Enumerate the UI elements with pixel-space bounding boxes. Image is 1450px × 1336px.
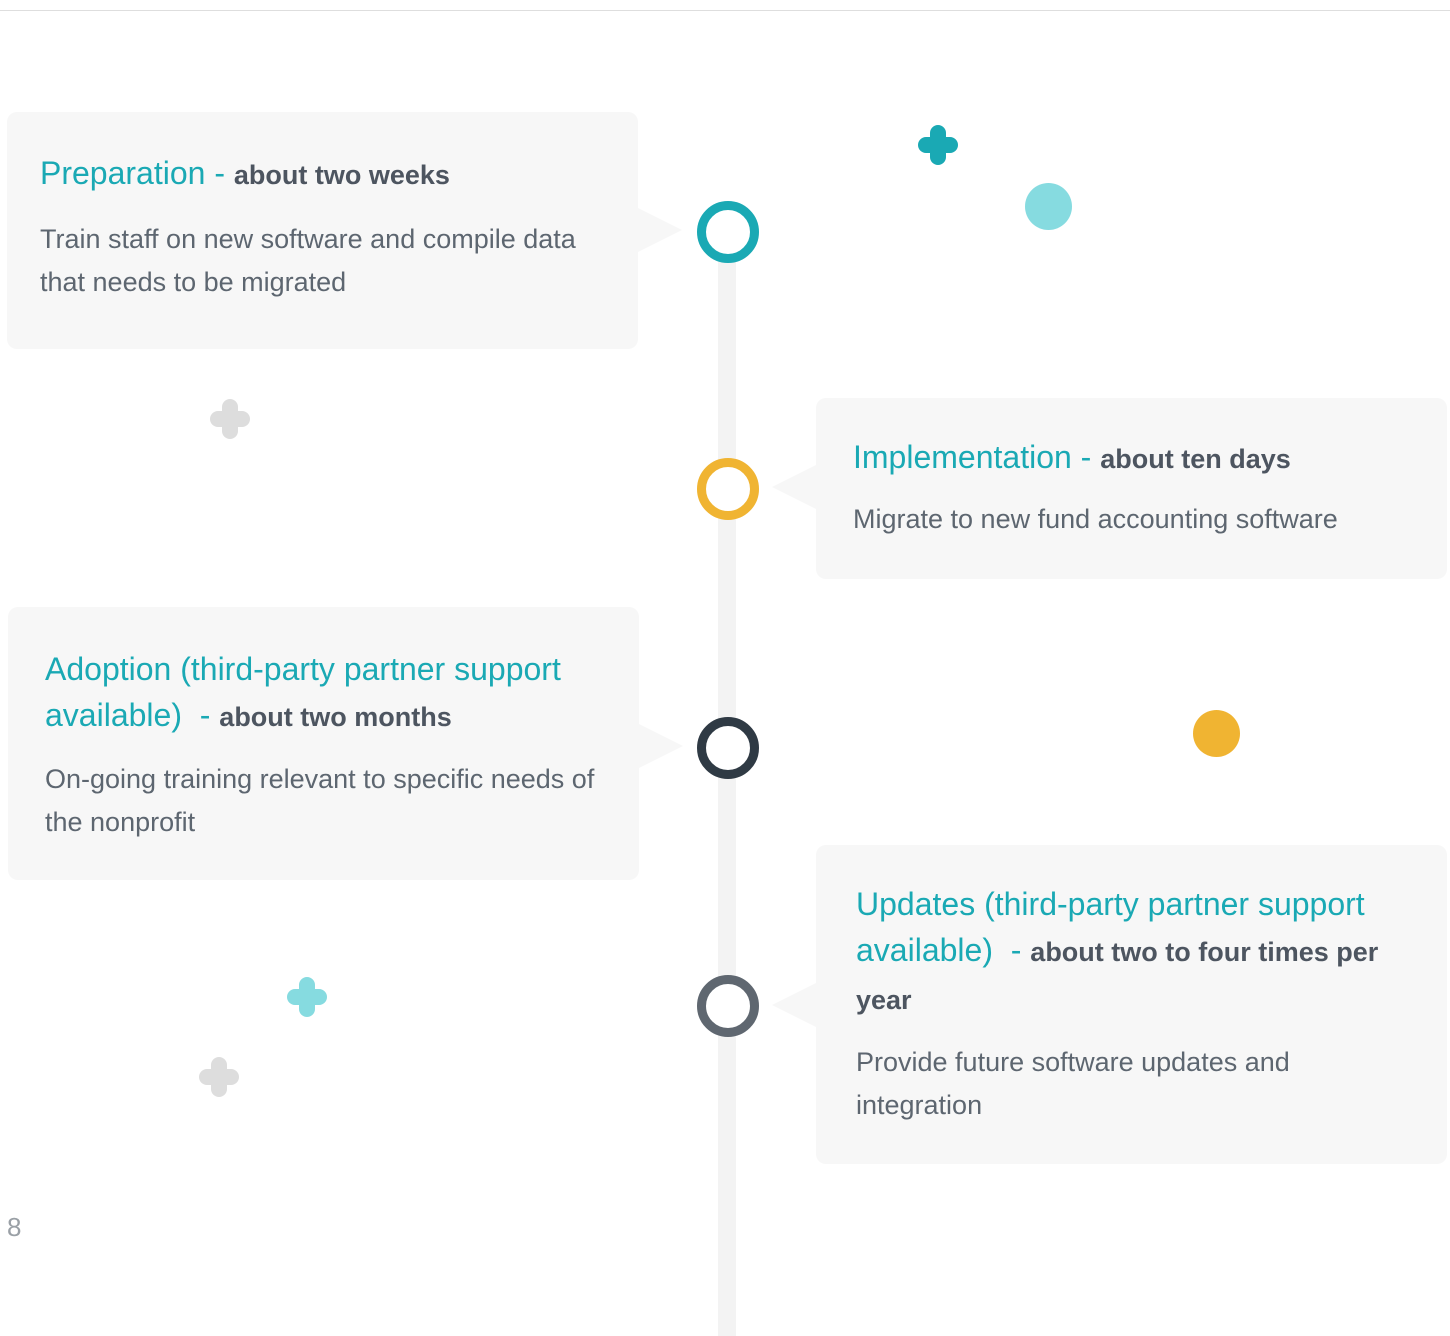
step-duration: about ten days — [1100, 444, 1291, 474]
timeline-card-updates: Updates (third-party partner support ava… — [816, 845, 1447, 1164]
plus-icon — [210, 399, 250, 439]
step-description: Provide future software updates and inte… — [856, 1047, 1290, 1120]
circle-icon — [1193, 710, 1240, 757]
step-description: On-going training relevant to specific n… — [45, 764, 595, 837]
circle-icon — [1025, 183, 1072, 230]
step-heading: Updates (third-party partner support ava… — [856, 881, 1417, 1023]
step-duration: about two months — [219, 702, 452, 732]
timeline-node-implementation — [697, 458, 759, 520]
step-title: Preparation — [40, 155, 206, 191]
step-separator: - — [181, 697, 220, 733]
page-number: 8 — [7, 1212, 22, 1242]
plus-icon — [199, 1057, 239, 1097]
step-separator: - — [205, 155, 234, 191]
step-separator: - — [1071, 439, 1101, 475]
card-pointer — [772, 465, 816, 509]
step-heading: Adoption (third-party partner support av… — [45, 646, 609, 740]
timeline-node-adoption — [697, 717, 759, 779]
plus-icon — [287, 977, 327, 1017]
timeline-node-preparation — [697, 201, 759, 263]
timeline-card-adoption: Adoption (third-party partner support av… — [8, 607, 639, 880]
plus-icon — [918, 125, 958, 165]
step-description: Migrate to new fund accounting software — [853, 504, 1338, 534]
card-pointer — [639, 724, 683, 768]
step-separator: - — [992, 932, 1031, 968]
step-duration: about two weeks — [233, 160, 450, 190]
card-pointer — [772, 983, 816, 1027]
step-description: Train staff on new software and compile … — [40, 224, 576, 297]
step-heading: Implementation - about ten days — [853, 434, 1417, 482]
card-pointer — [638, 208, 682, 252]
step-heading: Preparation - about two weeks — [40, 150, 608, 198]
top-divider — [0, 10, 1450, 11]
step-title: Implementation — [853, 439, 1072, 475]
timeline-spine — [718, 232, 736, 1336]
timeline-node-updates — [697, 975, 759, 1037]
timeline-card-preparation: Preparation - about two weeks Train staf… — [7, 112, 638, 349]
timeline-card-implementation: Implementation - about ten days Migrate … — [816, 398, 1447, 579]
